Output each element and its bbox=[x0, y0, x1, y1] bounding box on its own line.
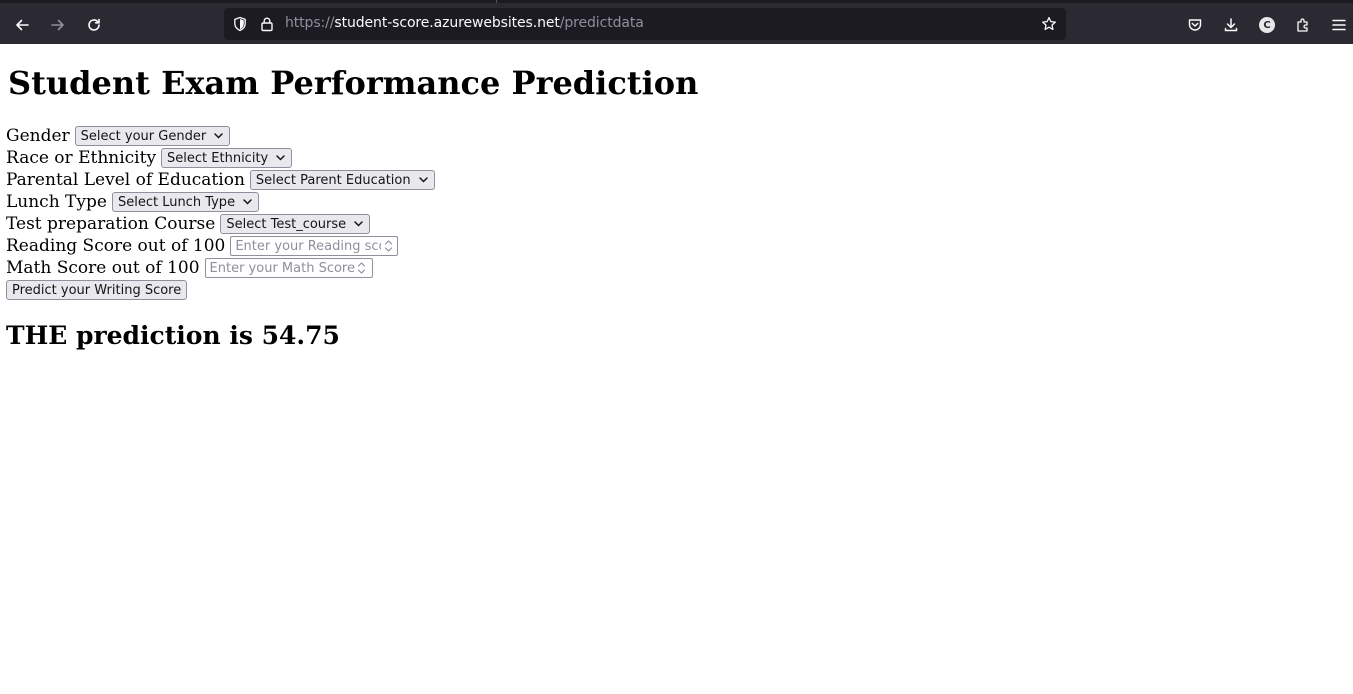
pocket-button[interactable] bbox=[1181, 11, 1209, 39]
gender-row: Gender Select your Gender bbox=[6, 125, 435, 147]
math-score-input[interactable]: Enter your Math Score bbox=[204, 258, 373, 278]
url-path: /predictdata bbox=[559, 15, 644, 31]
chevron-down-icon bbox=[418, 177, 428, 183]
spinner-icon[interactable] bbox=[384, 239, 394, 253]
bookmark-star-icon[interactable] bbox=[1041, 16, 1057, 32]
extensions-button[interactable] bbox=[1289, 11, 1317, 39]
lunch-row: Lunch Type Select Lunch Type bbox=[6, 191, 435, 213]
menu-icon bbox=[1332, 19, 1346, 31]
math-score-label: Math Score out of 100 bbox=[6, 258, 200, 278]
test-prep-row: Test preparation Course Select Test_cour… bbox=[6, 213, 435, 235]
page-title: Student Exam Performance Prediction bbox=[8, 64, 699, 102]
chevron-down-icon bbox=[276, 155, 285, 161]
ethnicity-label: Race or Ethnicity bbox=[6, 148, 157, 168]
parent-education-select-value: Select Parent Education bbox=[255, 172, 411, 188]
reading-score-row: Reading Score out of 100 Enter your Read… bbox=[6, 235, 435, 257]
math-score-placeholder: Enter your Math Score bbox=[209, 260, 355, 276]
tab-separator bbox=[496, 0, 497, 3]
reload-icon bbox=[88, 18, 100, 31]
back-icon bbox=[16, 19, 29, 31]
back-button[interactable] bbox=[8, 11, 36, 39]
gender-select-value: Select your Gender bbox=[80, 128, 207, 144]
ethnicity-select-value: Select Ethnicity bbox=[167, 150, 269, 166]
chevron-down-icon bbox=[214, 133, 223, 139]
reading-score-input[interactable]: Enter your Reading score bbox=[230, 236, 399, 256]
browser-toolbar: https://student-score.azurewebsites.net/… bbox=[0, 0, 1353, 44]
extensions-icon bbox=[1297, 18, 1308, 32]
gender-label: Gender bbox=[6, 126, 70, 146]
ethnicity-row: Race or Ethnicity Select Ethnicity bbox=[6, 147, 435, 169]
ethnicity-select[interactable]: Select Ethnicity bbox=[161, 148, 293, 168]
test-prep-select-value: Select Test_course bbox=[226, 216, 347, 232]
url-text[interactable]: https://student-score.azurewebsites.net/… bbox=[285, 15, 644, 31]
lunch-label: Lunch Type bbox=[6, 192, 107, 212]
test-prep-select[interactable]: Select Test_course bbox=[220, 214, 371, 234]
gender-select[interactable]: Select your Gender bbox=[74, 126, 231, 146]
url-host: student-score.azurewebsites.net bbox=[334, 15, 560, 31]
account-icon: C bbox=[1259, 17, 1275, 33]
predict-button[interactable]: Predict your Writing Score bbox=[6, 280, 188, 300]
parent-education-label: Parental Level of Education bbox=[6, 170, 245, 190]
chevron-down-icon bbox=[243, 199, 252, 205]
lunch-select-value: Select Lunch Type bbox=[117, 194, 236, 210]
reading-score-label: Reading Score out of 100 bbox=[6, 236, 226, 256]
reload-button[interactable] bbox=[80, 11, 108, 39]
forward-button[interactable] bbox=[44, 11, 72, 39]
spinner-icon[interactable] bbox=[356, 261, 366, 275]
submit-row: Predict your Writing Score bbox=[6, 279, 435, 301]
forward-icon bbox=[51, 19, 64, 31]
account-button[interactable]: C bbox=[1253, 11, 1281, 39]
url-bar[interactable]: https://student-score.azurewebsites.net/… bbox=[224, 8, 1066, 40]
url-scheme: https:// bbox=[285, 15, 335, 31]
prediction-form: Gender Select your Gender Race or Ethnic… bbox=[6, 125, 435, 301]
parent-education-select[interactable]: Select Parent Education bbox=[249, 170, 435, 190]
parent-education-row: Parental Level of Education Select Paren… bbox=[6, 169, 435, 191]
pocket-icon bbox=[1188, 19, 1202, 31]
downloads-button[interactable] bbox=[1217, 11, 1245, 39]
reading-score-placeholder: Enter your Reading score bbox=[235, 238, 381, 254]
lunch-select[interactable]: Select Lunch Type bbox=[111, 192, 260, 212]
math-score-row: Math Score out of 100 Enter your Math Sc… bbox=[6, 257, 435, 279]
shield-icon[interactable] bbox=[232, 16, 248, 32]
menu-button[interactable] bbox=[1325, 11, 1353, 39]
lock-icon[interactable] bbox=[259, 16, 275, 32]
prediction-result: THE prediction is 54.75 bbox=[6, 321, 340, 350]
download-icon bbox=[1224, 18, 1238, 32]
test-prep-label: Test preparation Course bbox=[6, 214, 216, 234]
chevron-down-icon bbox=[354, 221, 363, 227]
